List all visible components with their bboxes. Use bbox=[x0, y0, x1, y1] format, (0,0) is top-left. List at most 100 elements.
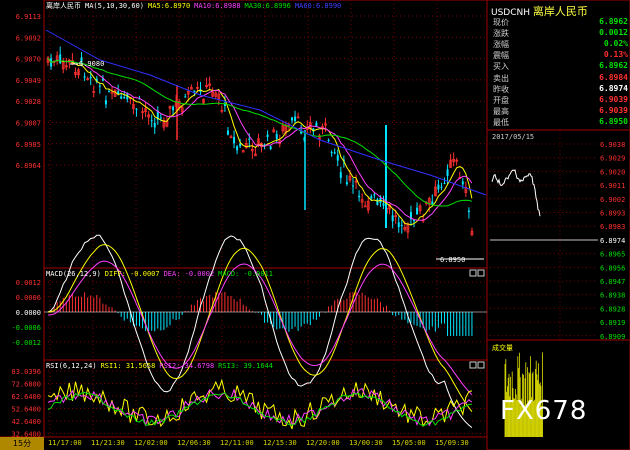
candle-body bbox=[339, 172, 342, 178]
minimize-icon bbox=[469, 269, 477, 277]
main-y-tick: 6.9092 bbox=[16, 34, 41, 42]
quote-label: 昨收 bbox=[493, 84, 509, 94]
quote-value: 6.8984 bbox=[599, 72, 628, 82]
macd-label: MACD(26,12,9) bbox=[46, 270, 101, 278]
candle-body bbox=[135, 108, 138, 110]
candle-body bbox=[443, 183, 446, 185]
candle-body bbox=[446, 169, 449, 176]
macd-y-tick: 0.0012 bbox=[16, 279, 41, 287]
candle-body bbox=[266, 134, 269, 137]
intraday-y-tick: 6.8909 bbox=[600, 333, 625, 341]
rsi1-value: RSI1: 31.5658 bbox=[100, 362, 156, 370]
quote-label: 涨跌 bbox=[493, 29, 509, 39]
candle-body bbox=[236, 146, 239, 151]
intraday-y-tick: 6.8947 bbox=[600, 278, 625, 286]
timeframe-button[interactable]: 15分 bbox=[0, 437, 44, 450]
intraday-y-tick: 6.8956 bbox=[600, 264, 625, 272]
ma60-value: MA60:6.8990 bbox=[294, 2, 342, 10]
candle-body bbox=[440, 186, 443, 188]
candle-body bbox=[120, 96, 123, 99]
quote-value: 6.8950 bbox=[599, 116, 628, 126]
macd-y-tick: 0.0000 bbox=[16, 309, 41, 317]
quote-label: 买入 bbox=[493, 62, 509, 72]
intraday-y-tick: 6.9011 bbox=[600, 182, 625, 190]
candle-body bbox=[104, 100, 107, 105]
intraday-y-tick: 6.8965 bbox=[600, 251, 625, 259]
candle-body bbox=[370, 196, 373, 199]
candle-body bbox=[336, 155, 339, 161]
intraday-y-tick: 6.8928 bbox=[600, 305, 625, 313]
candle-body bbox=[226, 130, 229, 135]
macd-dea: DEA: -0.0002 bbox=[163, 270, 215, 278]
time-axis-label: 11/21:30 bbox=[91, 439, 125, 447]
candle-body bbox=[193, 90, 196, 92]
time-axis-label: 12/11:00 bbox=[220, 439, 254, 447]
main-y-tick: 6.9028 bbox=[16, 98, 41, 106]
candle-body bbox=[330, 152, 333, 154]
candle-body bbox=[400, 224, 403, 226]
candle-body bbox=[391, 215, 394, 222]
candle-body bbox=[437, 184, 440, 190]
rsi-legend: RSI(6,12,24) RSI1: 31.5658 RSI2: 34.6798 RS… bbox=[46, 362, 277, 371]
candle-body bbox=[153, 122, 156, 128]
quote-label: 卖出 bbox=[493, 73, 509, 83]
candle-body bbox=[352, 185, 354, 187]
candle-body bbox=[376, 199, 379, 205]
macd-y-tick: -0.0006 bbox=[11, 324, 41, 332]
main-y-tick: 6.9113 bbox=[16, 13, 41, 21]
rsi-y-tick: 52.6400 bbox=[11, 406, 41, 414]
time-axis-label: 12/15:30 bbox=[263, 439, 297, 447]
quote-name: 离岸人民币 bbox=[532, 5, 588, 18]
candle-body bbox=[150, 120, 153, 122]
candle-body bbox=[294, 116, 297, 122]
rsi-panel-frame bbox=[43, 359, 488, 438]
chart-canvas: 6.9113 6.9092 6.9070 6.9049 6.9028 6.9007 6.89… bbox=[0, 0, 630, 450]
quote-value: 6.8962 bbox=[599, 61, 628, 71]
rsi-y-tick: 72.6800 bbox=[11, 381, 41, 389]
quote-value: 6.9039 bbox=[599, 105, 628, 115]
quote-label: 涨幅 bbox=[493, 40, 509, 50]
ma5-line bbox=[47, 57, 473, 226]
rsi-label: RSI(6,12,24) bbox=[46, 362, 97, 370]
intraday-y-tick: 6.8983 bbox=[600, 223, 625, 231]
rsi-minimize-icon bbox=[469, 361, 477, 369]
candle-body bbox=[172, 106, 175, 111]
ma5-value: MA5:6.8970 bbox=[148, 2, 191, 10]
main-y-tick: 6.8985 bbox=[16, 141, 41, 149]
main-y-tick: 6.9070 bbox=[16, 56, 41, 64]
ma-label: MA(5,10,30,60) bbox=[85, 2, 145, 10]
quote-label: 震幅 bbox=[493, 51, 509, 61]
macd-y-tick: -0.0012 bbox=[11, 339, 41, 347]
time-axis-label: 12/02:00 bbox=[134, 439, 168, 447]
quote-value: 6.8974 bbox=[599, 83, 628, 93]
candle-body bbox=[108, 91, 110, 93]
candle-body bbox=[461, 181, 464, 185]
intraday-date: 2017/05/15 bbox=[492, 133, 535, 141]
low-annotation: 6.8950 bbox=[440, 256, 465, 264]
macd-diff: DIFF: -0.0007 bbox=[104, 270, 160, 278]
intraday-y-tick: 6.8974 bbox=[600, 237, 625, 245]
intraday-y-tick: 6.8993 bbox=[600, 210, 625, 218]
intraday-price-line bbox=[491, 169, 541, 217]
candle-body bbox=[345, 182, 348, 185]
candle-body bbox=[431, 201, 434, 204]
candle-body bbox=[291, 117, 293, 121]
candle-body bbox=[327, 139, 330, 141]
candle-body bbox=[89, 76, 92, 79]
maximize-icon bbox=[477, 269, 485, 277]
quote-value: 6.8962 bbox=[599, 17, 628, 26]
rsi3-value: RSI3: 39.1644 bbox=[218, 362, 273, 370]
macd-legend: MACD(26,12,9) DIFF: -0.0007 DEA: -0.0002 MA… bbox=[46, 270, 277, 279]
rsi-y-tick: 62.6400 bbox=[11, 393, 41, 401]
intraday-y-tick: 6.9020 bbox=[600, 168, 625, 176]
rsi2-value: RSI2: 34.6798 bbox=[159, 362, 215, 370]
quote-value: 0.13% bbox=[603, 50, 628, 60]
candle-body bbox=[373, 194, 376, 196]
candle-body bbox=[123, 97, 126, 99]
intraday-y-tick: 6.8919 bbox=[600, 319, 625, 327]
time-axis-label: 15/05:00 bbox=[392, 439, 426, 447]
candle-body bbox=[184, 96, 187, 98]
candle-body bbox=[83, 76, 86, 78]
intraday-y-tick: 6.8938 bbox=[600, 292, 625, 300]
main-title: 离岸人民币 bbox=[46, 2, 81, 10]
